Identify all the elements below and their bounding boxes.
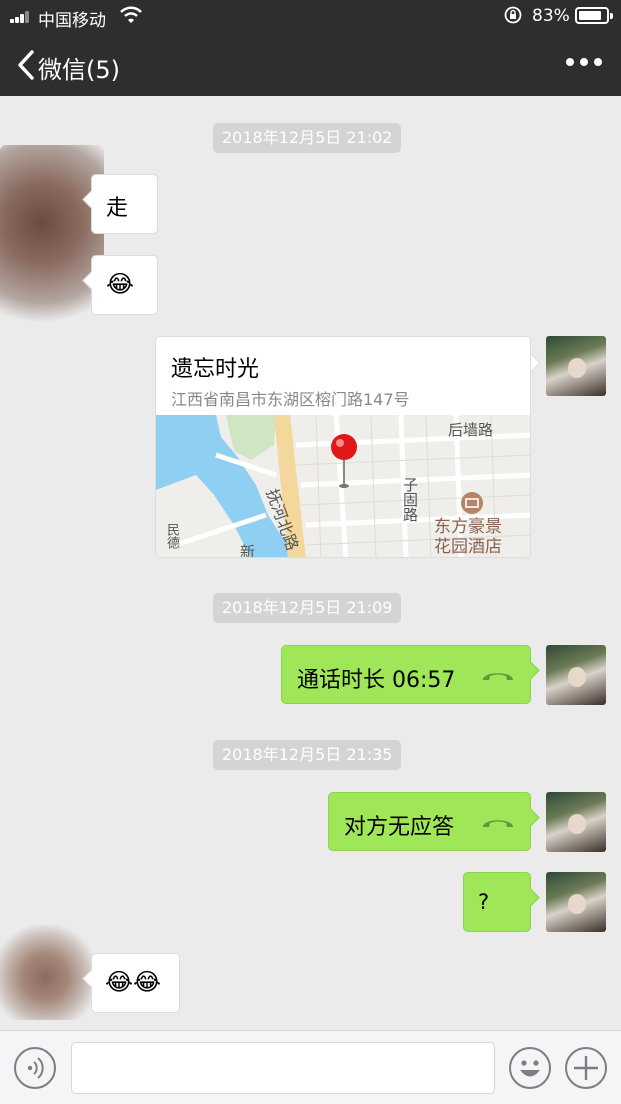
timestamp: 2018年12月5日 21:09 [213,593,402,623]
phone-icon [483,820,513,827]
my-avatar[interactable] [546,792,606,852]
input-toolbar [0,1030,621,1104]
signal-icon [10,11,34,23]
incoming-message-bubble[interactable]: 😂😂 [91,953,180,1013]
header: 中国移动 83% 微信(5) [0,0,621,96]
my-avatar[interactable] [546,645,606,705]
outgoing-message-bubble[interactable]: ? [463,872,531,932]
message-text: 走 [106,196,129,221]
contact-avatar[interactable] [0,925,100,1020]
call-duration-text: 通话时长 06:57 [297,668,456,693]
incoming-message-bubble[interactable]: 走 [91,174,158,234]
status-bar: 中国移动 83% [0,0,621,32]
timestamp: 2018年12月5日 21:35 [213,740,402,770]
phone-icon [483,673,513,680]
wifi-icon [120,6,142,23]
map-road-label: 子固路 [401,477,419,522]
emoji-text: 😂😂 [105,968,162,996]
timestamp: 2018年12月5日 21:02 [213,123,402,153]
back-icon[interactable] [14,48,38,82]
my-avatar[interactable] [546,336,606,396]
orientation-lock-icon [504,6,522,24]
back-button-label[interactable]: 微信(5) [38,50,120,85]
incoming-message-bubble[interactable]: 😂 [91,255,158,315]
call-record-bubble[interactable]: 通话时长 06:57 [281,645,531,704]
battery-percentage: 83% [532,6,570,26]
map-road-label: 新 [240,543,256,558]
message-input[interactable] [71,1042,495,1094]
my-avatar[interactable] [546,872,606,932]
contact-avatar[interactable] [0,145,104,340]
emoji-text: 😂 [106,270,135,298]
location-address: 江西省南昌市东湖区榕门路147号 [171,390,410,409]
voice-icon[interactable] [14,1047,56,1089]
location-title: 遗忘时光 [171,357,260,382]
map-road-label: 后墙路 [448,421,494,439]
location-map[interactable]: 后墙路 抚河北路 子固路 东方豪景 花园酒店 新 民德 [156,415,530,558]
emoji-icon[interactable] [509,1047,551,1089]
battery-icon [575,7,613,24]
plus-icon[interactable] [565,1047,607,1089]
map-road-label: 民德 [164,523,179,549]
call-record-bubble[interactable]: 对方无应答 [328,792,531,851]
location-card[interactable]: 遗忘时光 江西省南昌市东湖区榕门路147号 后墙路 抚河北路 子固路 东方豪景 … [155,336,531,558]
message-text: ? [478,890,490,914]
map-poi-label: 东方豪景 花园酒店 [434,517,502,557]
call-status-text: 对方无应答 [344,815,455,840]
carrier-name: 中国移动 [38,11,106,31]
more-icon[interactable] [566,58,602,70]
